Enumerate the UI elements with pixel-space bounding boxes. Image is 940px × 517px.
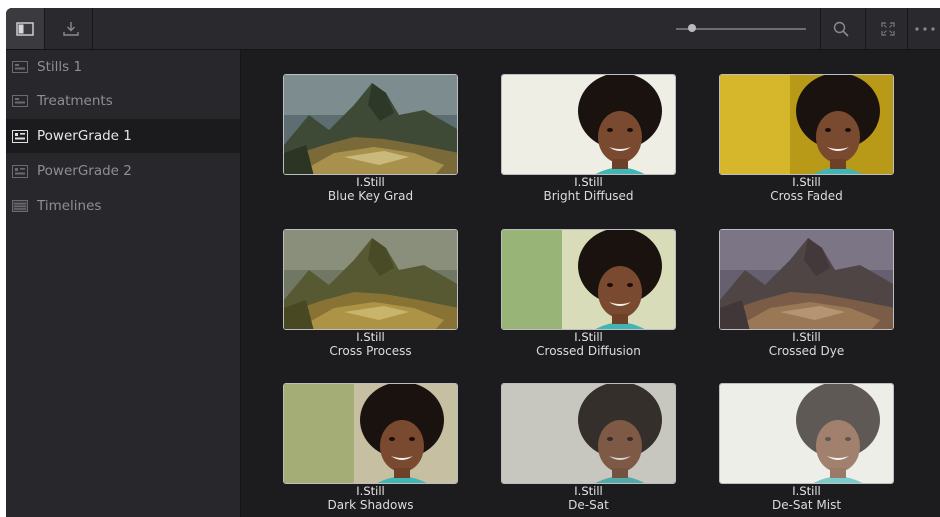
sidebar-item-label: PowerGrade 1 (37, 128, 132, 144)
still-album-icon (11, 95, 28, 108)
sidebar-item-powergrade-1[interactable]: PowerGrade 1 (6, 119, 240, 153)
still-thumbnail[interactable] (501, 383, 676, 484)
still-name-label: Blue Key Grad (327, 189, 414, 203)
search-button[interactable] (823, 8, 859, 49)
still-tile[interactable]: I.Still Bright Diffused (501, 74, 676, 204)
toolbar-divider (820, 8, 821, 49)
timeline-album-icon (11, 200, 28, 213)
still-thumbnail[interactable] (501, 229, 676, 330)
album-sidebar: Stills 1 Treatments PowerGrade 1 PowerGr… (6, 50, 241, 517)
powergrade-album-icon (11, 164, 28, 178)
zoom-slider-handle[interactable] (687, 24, 696, 32)
stills-grid: I.Still Blue Key Grad I.Still Bright Dif… (241, 50, 940, 517)
still-type-label: I.Still (356, 330, 385, 344)
sidebar-item-label: PowerGrade 2 (37, 163, 132, 179)
still-type-label: I.Still (356, 484, 385, 498)
sidebar-item-stills-1[interactable]: Stills 1 (6, 50, 240, 84)
still-tile[interactable]: I.Still Dark Shadows (283, 383, 458, 513)
still-tile[interactable]: I.Still Crossed Diffusion (501, 229, 676, 359)
still-type-label: I.Still (356, 175, 385, 189)
still-tile[interactable]: I.Still Crossed Dye (719, 229, 894, 359)
still-name-label: De-Sat Mist (771, 498, 842, 512)
sidebar-item-label: Treatments (37, 93, 113, 109)
toolbar-divider (92, 8, 93, 49)
still-tile[interactable]: I.Still Cross Process (283, 229, 458, 359)
still-name-label: Bright Diffused (543, 189, 634, 203)
powergrade-album-icon (11, 129, 28, 143)
still-type-label: I.Still (574, 484, 603, 498)
sidebar-item-label: Timelines (37, 198, 102, 214)
import-icon (63, 21, 79, 36)
still-type-label: I.Still (574, 175, 603, 189)
still-name-label: De-Sat (568, 498, 609, 512)
gallery-window: Stills 1 Treatments PowerGrade 1 PowerGr… (6, 8, 940, 517)
zoom-slider[interactable] (676, 24, 806, 32)
gallery-toolbar (6, 8, 940, 50)
still-type-label: I.Still (792, 175, 821, 189)
still-tile[interactable]: I.Still Cross Faded (719, 74, 894, 204)
still-thumbnail[interactable] (719, 74, 894, 175)
toolbar-divider (865, 8, 866, 49)
still-thumbnail[interactable] (283, 229, 458, 330)
more-icon (915, 26, 935, 31)
search-icon (833, 21, 849, 37)
still-thumbnail[interactable] (719, 383, 894, 484)
still-thumbnail[interactable] (719, 229, 894, 330)
sidebar-panel-icon (16, 21, 34, 36)
still-name-label: Crossed Diffusion (536, 344, 641, 358)
still-thumbnail[interactable] (283, 74, 458, 175)
sidebar-item-powergrade-2[interactable]: PowerGrade 2 (6, 154, 240, 188)
import-button[interactable] (50, 8, 92, 49)
still-type-label: I.Still (792, 484, 821, 498)
sidebar-item-treatments[interactable]: Treatments (6, 84, 240, 118)
sidebar-item-label: Stills 1 (37, 59, 83, 75)
sidebar-item-timelines[interactable]: Timelines (6, 189, 240, 223)
fullscreen-icon (881, 21, 895, 36)
still-type-label: I.Still (574, 330, 603, 344)
still-name-label: Cross Faded (770, 189, 843, 203)
still-thumbnail[interactable] (501, 74, 676, 175)
more-options-button[interactable] (910, 8, 940, 49)
still-name-label: Crossed Dye (768, 344, 845, 358)
toolbar-divider (44, 8, 45, 49)
still-type-label: I.Still (792, 330, 821, 344)
still-thumbnail[interactable] (283, 383, 458, 484)
toolbar-divider (907, 8, 908, 49)
sidebar-toggle-button[interactable] (6, 8, 44, 49)
still-album-icon (11, 61, 28, 74)
fullscreen-button[interactable] (870, 8, 906, 49)
still-tile[interactable]: I.Still Blue Key Grad (283, 74, 458, 204)
still-tile[interactable]: I.Still De-Sat (501, 383, 676, 513)
still-name-label: Cross Process (329, 344, 412, 358)
still-name-label: Dark Shadows (327, 498, 414, 512)
still-tile[interactable]: I.Still De-Sat Mist (719, 383, 894, 513)
